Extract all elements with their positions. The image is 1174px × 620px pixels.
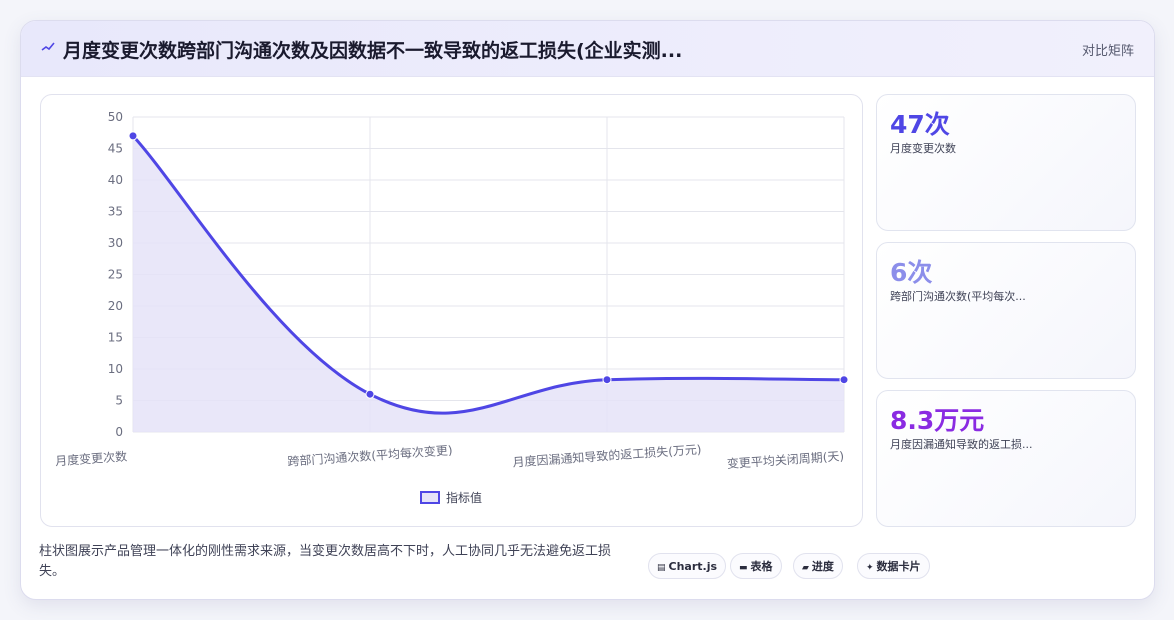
kpi-label: 月度变更次数 — [890, 142, 956, 155]
progress-icon: ▰ — [802, 563, 809, 573]
data-point — [128, 131, 138, 141]
chip-data-card[interactable]: ✦ 数据卡片 — [857, 553, 930, 579]
y-tick-label: 25 — [108, 268, 123, 282]
chart-icon: ▤ — [657, 563, 666, 573]
data-point — [602, 375, 612, 385]
sparkline-icon — [41, 40, 55, 56]
y-tick-label: 50 — [108, 110, 123, 124]
table-icon: ▬ — [739, 563, 748, 573]
y-tick-label: 10 — [108, 362, 123, 376]
y-tick-label: 0 — [115, 425, 123, 439]
chart-panel: 0 5 10 15 20 25 30 35 40 45 50 月度变更次数 跨部门沟通次数(平均每次变更… — [40, 94, 863, 527]
chart-title: 月度变更次数跨部门沟通次数及因数据不一致导致的返工损失(企业实测... — [63, 40, 683, 62]
chip-table[interactable]: ▬ 表格 — [730, 553, 782, 579]
y-tick-label: 20 — [108, 299, 123, 313]
chart-note: 柱状图展示产品管理一体化的刚性需求来源，当变更次数居高不下时，人工协同几乎无法避… — [39, 544, 612, 579]
sparkle-icon: ✦ — [866, 563, 874, 573]
kpi-label: 月度因漏通知导致的返工损... — [890, 438, 1033, 451]
chip-label: 进度 — [811, 560, 834, 573]
y-tick-label: 35 — [108, 205, 123, 219]
y-tick-label: 40 — [108, 173, 123, 187]
data-point — [839, 375, 849, 385]
kpi-value: 8.3万元 — [890, 406, 985, 435]
line-chart: 0 5 10 15 20 25 30 35 40 45 50 月度变更次数 跨部门沟通次数(平均每次变更… — [55, 110, 849, 505]
kpi-card-communication: 6次 跨部门沟通次数(平均每次... — [876, 242, 1136, 379]
dashboard-card: 月度变更次数跨部门沟通次数及因数据不一致导致的返工损失(企业实测... 对比矩阵… — [20, 20, 1155, 600]
x-tick-label: 月度因漏通知导致的返工损失(万元) — [512, 441, 702, 469]
chip-label: Chart.js — [668, 560, 718, 573]
chip-progress[interactable]: ▰ 进度 — [793, 553, 843, 579]
chip-chartjs[interactable]: ▤ Chart.js — [648, 553, 727, 579]
y-tick-label: 45 — [108, 142, 123, 156]
y-tick-label: 15 — [108, 331, 123, 345]
kpi-value: 6次 — [890, 258, 933, 287]
legend-swatch — [420, 491, 440, 504]
x-tick-label: 跨部门沟通次数(平均每次变更) — [287, 442, 453, 468]
kpi-card-rework-loss: 8.3万元 月度因漏通知导致的返工损... — [876, 390, 1136, 527]
compare-matrix-link[interactable]: 对比矩阵 — [1082, 40, 1134, 59]
kpi-label: 跨部门沟通次数(平均每次... — [890, 290, 1026, 303]
x-tick-label: 月度变更次数 — [55, 448, 128, 468]
chip-label: 表格 — [750, 560, 773, 573]
kpi-card-changes: 47次 月度变更次数 — [876, 94, 1136, 231]
legend-label: 指标值 — [446, 490, 482, 505]
kpi-value: 47次 — [890, 110, 950, 139]
y-tick-label: 5 — [115, 394, 123, 408]
x-tick-label: 变更平均关闭周期(天) — [726, 448, 844, 471]
card-header: 月度变更次数跨部门沟通次数及因数据不一致导致的返工损失(企业实测... 对比矩阵 — [21, 21, 1154, 77]
data-point — [365, 389, 375, 399]
y-tick-label: 30 — [108, 236, 123, 250]
chip-label: 数据卡片 — [876, 560, 921, 573]
